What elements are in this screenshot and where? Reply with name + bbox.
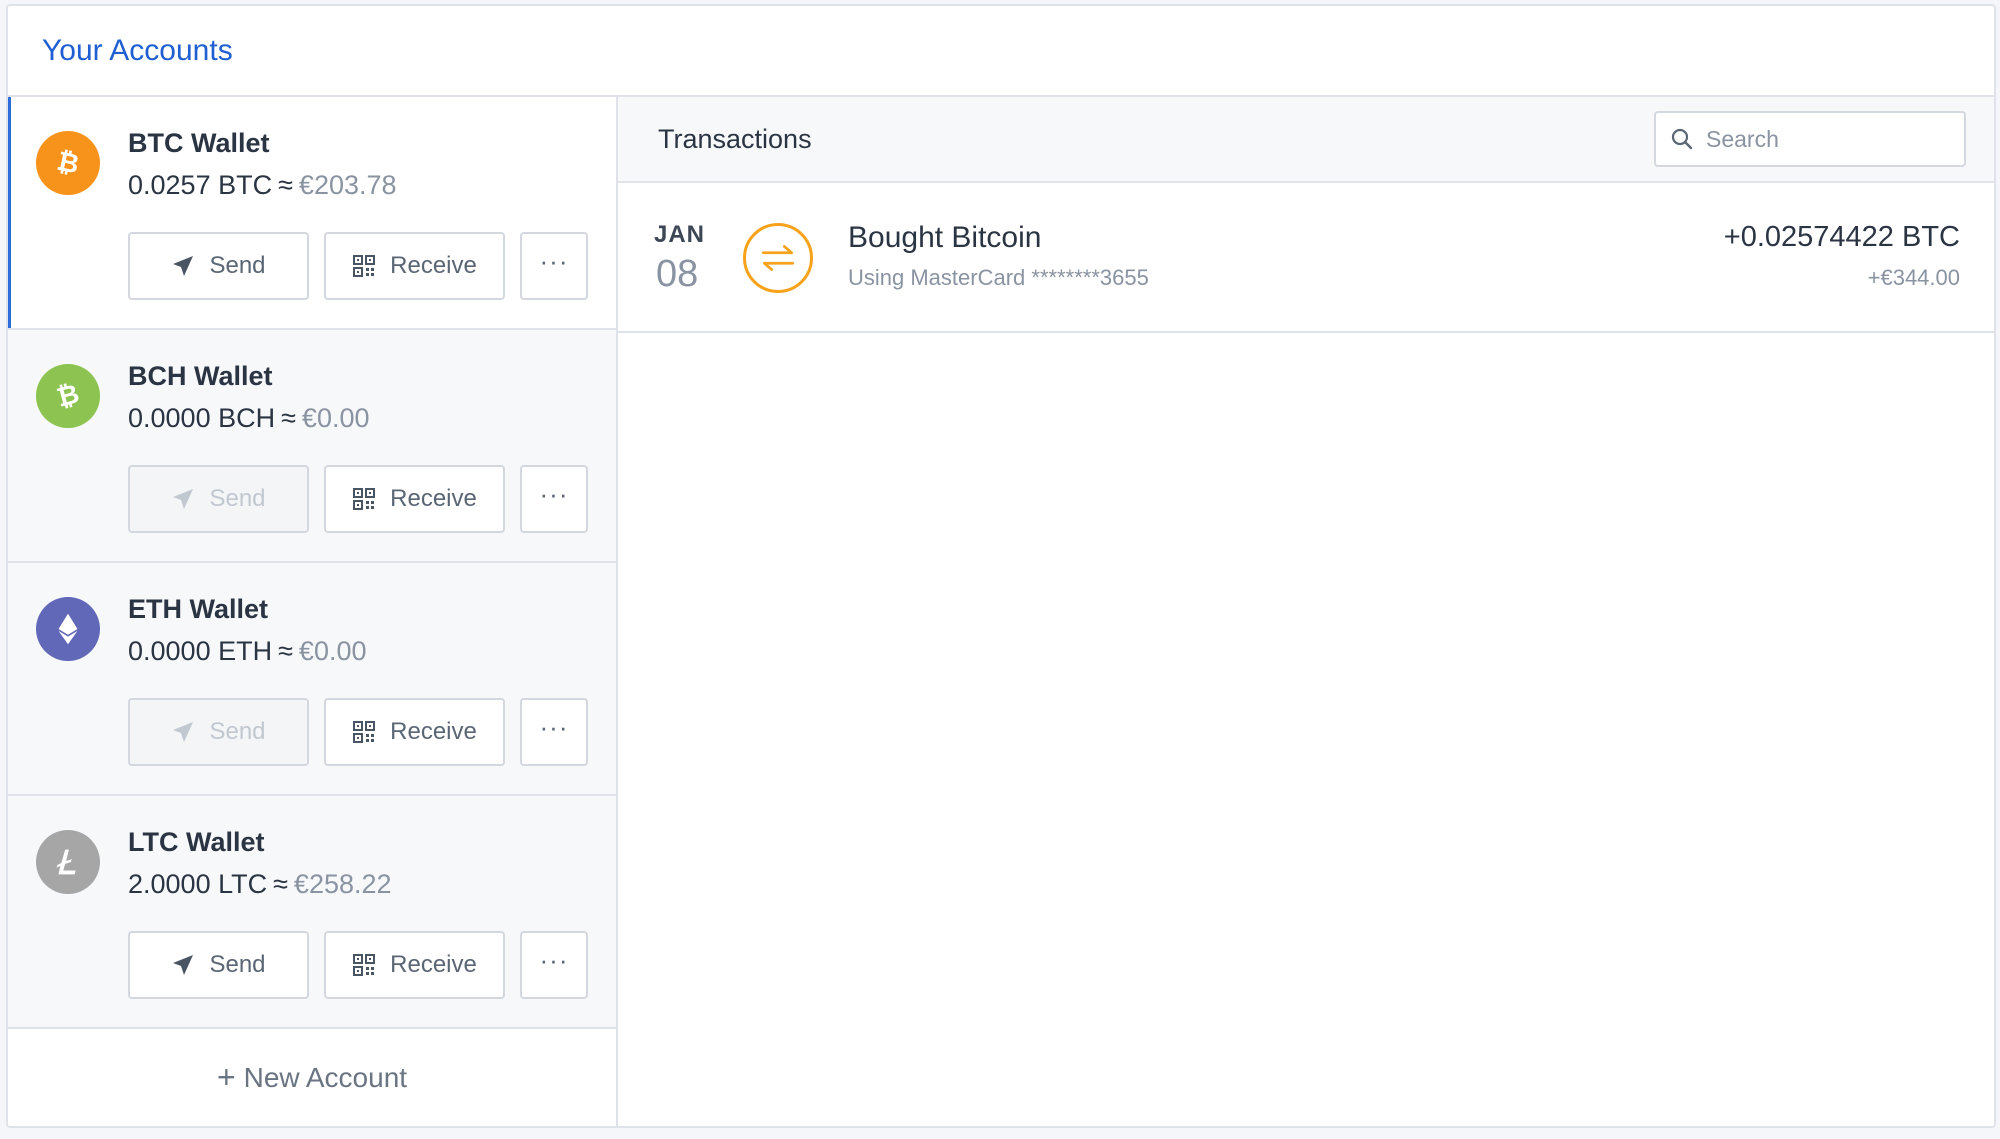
receive-button[interactable]: Receive bbox=[324, 465, 505, 533]
transactions-header: Transactions bbox=[618, 97, 1994, 183]
receive-button[interactable]: Receive bbox=[324, 232, 505, 300]
approx-sign: ≈ bbox=[281, 403, 296, 433]
send-button[interactable]: Send bbox=[128, 931, 309, 999]
crypto-amount: 2.0000 LTC bbox=[128, 869, 268, 899]
account-name: ETH Wallet bbox=[128, 594, 269, 624]
account-bch-wallet[interactable]: ₿ BCH Wallet 0.0000 BCH ≈ €0.00 Send Recei… bbox=[8, 330, 616, 563]
account-name: BCH Wallet bbox=[128, 361, 273, 391]
new-account-label: New Account bbox=[243, 1061, 408, 1093]
main-content: ₿ BTC Wallet 0.0257 BTC ≈ €203.78 Send Rec… bbox=[8, 97, 1994, 1126]
account-name: LTC Wallet bbox=[128, 827, 265, 857]
accounts-panel: Your Accounts ₿ BTC Wallet 0.0257 BTC ≈ €2… bbox=[6, 4, 1996, 1128]
receive-label: Receive bbox=[390, 252, 477, 279]
account-actions: Send Receive ··· bbox=[128, 931, 588, 999]
more-options-button[interactable]: ··· bbox=[520, 465, 588, 533]
account-name: BTC Wallet bbox=[128, 128, 270, 158]
qr-code-icon bbox=[353, 255, 376, 277]
exchange-arrows-icon bbox=[743, 223, 813, 293]
new-account-button[interactable]: + New Account bbox=[8, 1029, 616, 1126]
receive-button[interactable]: Receive bbox=[324, 698, 505, 766]
bitcoin-icon: ₿ bbox=[36, 131, 100, 195]
panel-header: Your Accounts bbox=[8, 6, 1994, 97]
fiat-amount: €203.78 bbox=[298, 170, 397, 200]
account-balance: 0.0000 ETH ≈ €0.00 bbox=[128, 636, 367, 667]
approx-sign: ≈ bbox=[278, 636, 293, 666]
page-title: Your Accounts bbox=[42, 33, 233, 67]
receive-label: Receive bbox=[390, 718, 477, 745]
approx-sign: ≈ bbox=[273, 869, 288, 899]
account-balance: 0.0000 BCH ≈ €0.00 bbox=[128, 403, 370, 434]
crypto-amount: 0.0000 ETH bbox=[128, 636, 273, 666]
paper-plane-icon bbox=[173, 955, 194, 975]
account-eth-wallet[interactable]: ETH Wallet 0.0000 ETH ≈ €0.00 Send Receive… bbox=[8, 563, 616, 796]
crypto-amount: 0.0257 BTC bbox=[128, 170, 273, 200]
fiat-amount: €0.00 bbox=[301, 403, 370, 433]
transaction-row[interactable]: JAN 08 Bought Bitcoin Using MasterCard *… bbox=[618, 183, 1994, 333]
account-balance: 2.0000 LTC ≈ €258.22 bbox=[128, 869, 392, 900]
account-btc-wallet[interactable]: ₿ BTC Wallet 0.0257 BTC ≈ €203.78 Send Rec… bbox=[8, 97, 616, 330]
paper-plane-icon bbox=[173, 722, 194, 742]
more-options-button[interactable]: ··· bbox=[520, 232, 588, 300]
transaction-month: JAN bbox=[654, 221, 706, 248]
receive-label: Receive bbox=[390, 485, 477, 512]
transaction-amount: +0.02574422 BTC bbox=[1723, 221, 1960, 253]
qr-code-icon bbox=[353, 721, 376, 743]
send-label: Send bbox=[209, 252, 266, 279]
search-icon bbox=[1671, 128, 1693, 150]
transaction-subtext: Using MasterCard ********3655 bbox=[848, 265, 1149, 290]
search-box[interactable] bbox=[1654, 111, 1966, 167]
search-input[interactable] bbox=[1706, 125, 1946, 153]
qr-code-icon bbox=[353, 488, 376, 510]
transactions-empty-area bbox=[618, 333, 1994, 1126]
transactions-panel: Transactions JAN 08 Bought Bitcoin Using… bbox=[618, 97, 1994, 1126]
send-button[interactable]: Send bbox=[128, 465, 309, 533]
account-actions: Send Receive ··· bbox=[128, 698, 588, 766]
crypto-amount: 0.0000 BCH bbox=[128, 403, 276, 433]
paper-plane-icon bbox=[173, 489, 194, 509]
fiat-amount: €0.00 bbox=[298, 636, 367, 666]
receive-label: Receive bbox=[390, 951, 477, 978]
svg-text:₿: ₿ bbox=[54, 146, 81, 180]
paper-plane-icon bbox=[173, 256, 194, 276]
transaction-description: Bought Bitcoin bbox=[848, 221, 1042, 254]
qr-code-icon bbox=[353, 954, 376, 976]
litecoin-icon bbox=[36, 830, 100, 894]
plus-icon: + bbox=[216, 1059, 236, 1095]
bitcoin-cash-icon: ₿ bbox=[36, 364, 100, 428]
accounts-list: ₿ BTC Wallet 0.0257 BTC ≈ €203.78 Send Rec… bbox=[8, 97, 618, 1126]
ethereum-icon bbox=[36, 597, 100, 661]
send-button[interactable]: Send bbox=[128, 232, 309, 300]
svg-text:₿: ₿ bbox=[54, 378, 83, 413]
transaction-day: 08 bbox=[656, 253, 699, 295]
more-options-button[interactable]: ··· bbox=[520, 698, 588, 766]
transaction-fiat: +€344.00 bbox=[1867, 265, 1960, 290]
account-actions: Send Receive ··· bbox=[128, 232, 588, 300]
account-actions: Send Receive ··· bbox=[128, 465, 588, 533]
send-label: Send bbox=[209, 951, 266, 978]
transactions-title: Transactions bbox=[658, 123, 812, 154]
receive-button[interactable]: Receive bbox=[324, 931, 505, 999]
account-ltc-wallet[interactable]: LTC Wallet 2.0000 LTC ≈ €258.22 Send Recei… bbox=[8, 796, 616, 1029]
fiat-amount: €258.22 bbox=[293, 869, 392, 899]
send-label: Send bbox=[209, 485, 266, 512]
approx-sign: ≈ bbox=[278, 170, 293, 200]
account-balance: 0.0257 BTC ≈ €203.78 bbox=[128, 170, 397, 201]
send-button[interactable]: Send bbox=[128, 698, 309, 766]
more-options-button[interactable]: ··· bbox=[520, 931, 588, 999]
send-label: Send bbox=[209, 718, 266, 745]
